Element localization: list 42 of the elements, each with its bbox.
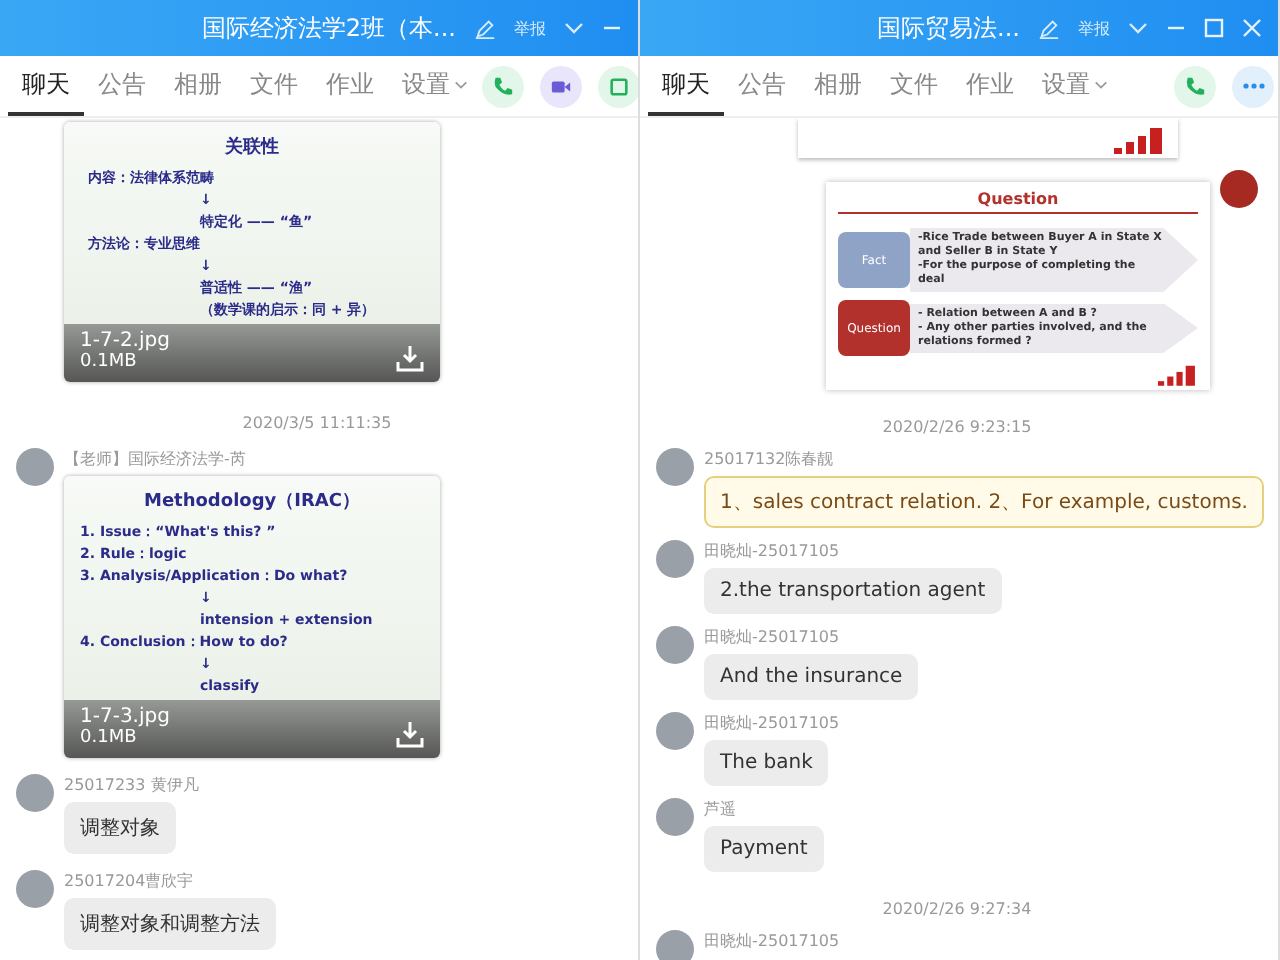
- file-name: 1-7-3.jpg: [80, 706, 170, 728]
- tab[interactable]: 公告: [84, 56, 160, 116]
- sender-name: 田晓灿-25017105: [704, 930, 840, 952]
- tab[interactable]: 聊天: [8, 56, 84, 116]
- file-name: 1-7-2.jpg: [80, 330, 170, 352]
- report-link[interactable]: 举报: [1078, 17, 1110, 39]
- message-bubble: The bank: [704, 740, 829, 786]
- sender-name: 芦遥: [704, 798, 736, 820]
- tab[interactable]: 相册: [160, 56, 236, 116]
- sender-name: 25017204曹欣宇: [64, 870, 194, 892]
- message-bubble: 2.the transportation agent: [704, 568, 1002, 614]
- file-size: 0.1MB: [80, 728, 139, 748]
- message-timestamp: 2020/3/5 11:11:35: [240, 414, 394, 432]
- tab[interactable]: 作业: [312, 56, 388, 116]
- message-bubble: And the insurance: [704, 654, 919, 700]
- slide-title: Question: [838, 190, 1198, 214]
- sender-name: 【老师】国际经济法学-芮: [64, 448, 246, 470]
- sender-name: 田晓灿-25017105: [704, 626, 840, 648]
- message-bubble: Payment: [704, 826, 824, 872]
- tab[interactable]: 公告: [724, 56, 800, 116]
- tab[interactable]: 设置: [1028, 56, 1122, 116]
- sender-name: 25017132陈春靓: [704, 448, 834, 470]
- tab[interactable]: 文件: [236, 56, 312, 116]
- message-timestamp: 2020/2/26 9:23:15: [880, 418, 1034, 436]
- message-bubble: 调整对象和调整方法: [64, 898, 276, 950]
- tab[interactable]: 作业: [952, 56, 1028, 116]
- window-title: 国际贸易法...: [877, 11, 1020, 45]
- sender-name: 田晓灿-25017105: [704, 712, 840, 734]
- file-size: 0.1MB: [80, 352, 139, 372]
- report-link[interactable]: 举报: [514, 17, 546, 39]
- tab[interactable]: 聊天: [648, 56, 724, 116]
- sender-name: 25017233 黄伊凡: [64, 774, 199, 796]
- slide-title: 关联性: [223, 134, 281, 160]
- message-bubble: 调整对象: [64, 802, 176, 854]
- message-bubble: 1、sales contract relation. 2、For example, customs.: [704, 476, 1264, 528]
- sender-name: 田晓灿-25017105: [704, 540, 840, 562]
- window-title: 国际经济法学2班（本...: [201, 11, 456, 45]
- message-timestamp: 2020/2/26 9:27:34: [880, 900, 1034, 918]
- tab[interactable]: 相册: [800, 56, 876, 116]
- slide-title: Methodology（IRAC）: [141, 490, 362, 514]
- tab[interactable]: 设置: [388, 56, 482, 116]
- tab[interactable]: 文件: [876, 56, 952, 116]
